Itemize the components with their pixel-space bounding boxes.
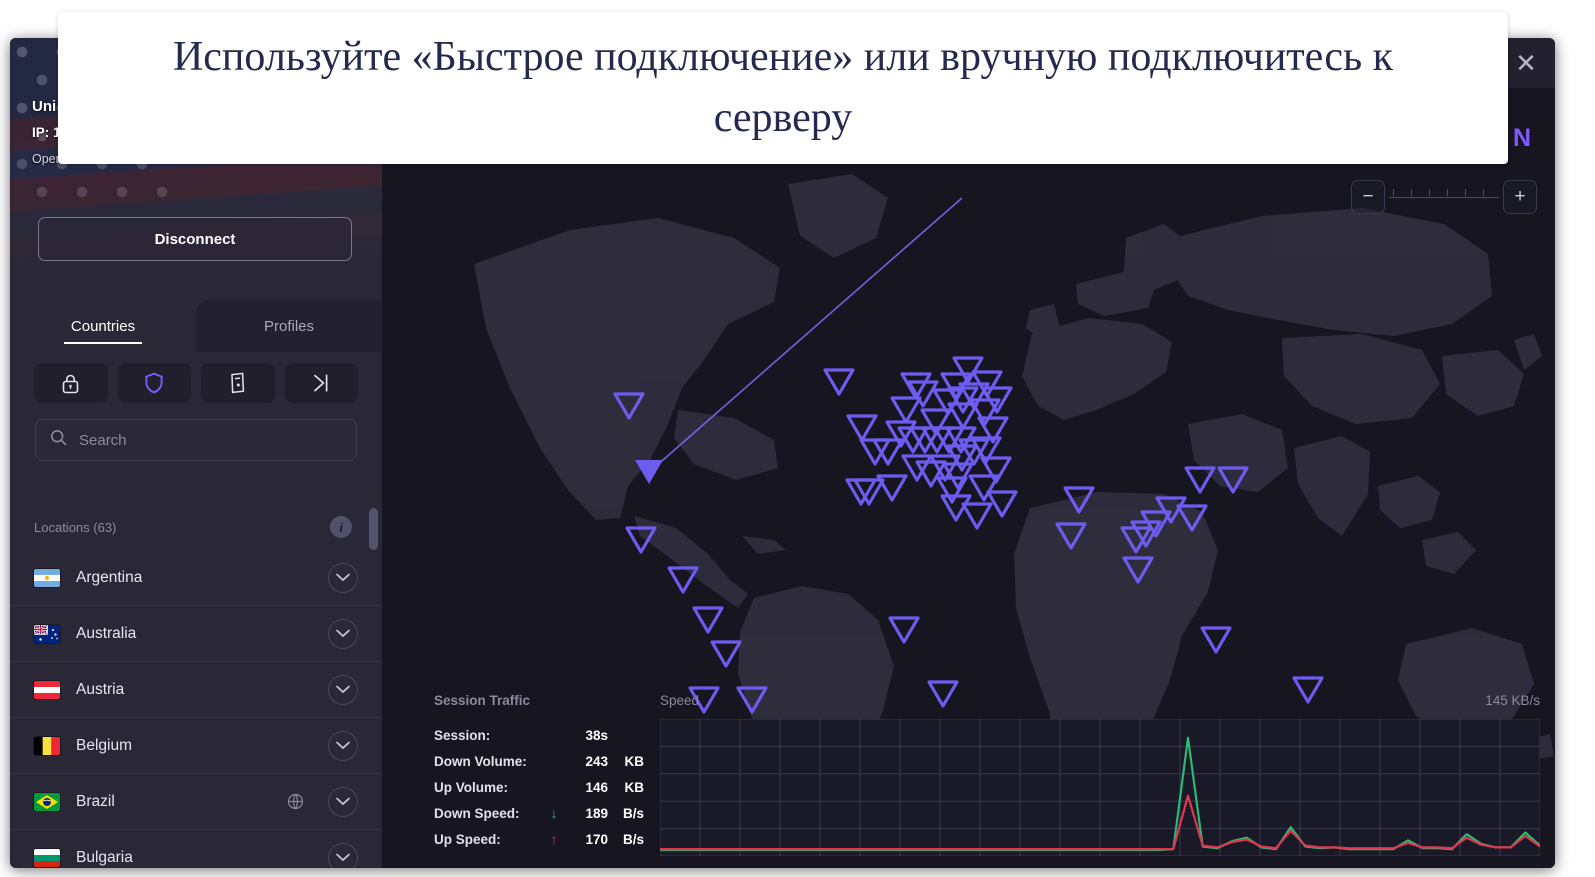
country-flag-icon (34, 848, 60, 867)
secure-core-lock-icon[interactable] (34, 363, 108, 403)
country-row[interactable]: Austria (10, 662, 382, 718)
stat-unit: B/s (622, 805, 644, 821)
country-name: Belgium (76, 736, 132, 754)
country-flag-icon (34, 680, 60, 699)
chevron-down-icon[interactable] (328, 730, 358, 761)
stat-arrow-icon: ↓ (550, 805, 558, 821)
country-flag-icon (34, 624, 60, 643)
stat-row: Session: 38s (434, 722, 649, 748)
zoom-slider-track (1389, 196, 1499, 198)
country-row[interactable]: Australia (10, 606, 382, 662)
search-input[interactable] (79, 431, 342, 449)
country-name: Australia (76, 624, 137, 642)
tab-profiles[interactable]: Profiles (196, 300, 382, 352)
p2p-shield-icon[interactable] (117, 363, 191, 403)
search-icon (50, 429, 67, 451)
country-row[interactable]: Argentina (10, 550, 382, 606)
country-flag-icon (34, 568, 60, 587)
tab-countries[interactable]: Countries (10, 300, 196, 352)
streaming-icon[interactable] (284, 363, 358, 403)
zoom-tick (1483, 189, 1484, 196)
country-row[interactable]: Bulgaria (10, 830, 382, 868)
stat-label: Down Volume: (434, 753, 527, 769)
session-traffic-panel: Session Traffic Session: 38s Down Volume: 2… (434, 693, 649, 852)
stat-row: Up Volume: 146 KB (434, 774, 649, 800)
country-list[interactable]: Argentina Australia Austria Belgium Brazil Bu… (10, 550, 382, 868)
stat-arrow-icon: ↑ (550, 831, 558, 847)
stat-label: Down Speed: (434, 805, 520, 821)
locations-header: Locations (63) i (10, 504, 382, 550)
zoom-slider[interactable] (1385, 180, 1503, 214)
stat-row: Down Volume: 243 KB (434, 748, 649, 774)
locations-count-label: Locations (63) (34, 519, 117, 535)
screenshot-root: ✕ N − + Session Traffic Session: 38s Dow… (0, 0, 1595, 877)
zoom-in-button[interactable]: + (1503, 180, 1537, 214)
brand-label: N (1512, 124, 1531, 152)
list-scrollbar-track[interactable] (369, 504, 378, 868)
chevron-down-icon[interactable] (328, 786, 358, 817)
chevron-down-icon[interactable] (328, 562, 358, 593)
speed-graph-max-label: 145 KB/s (1485, 693, 1540, 708)
stat-label: Up Volume: (434, 779, 508, 795)
country-flag-icon (34, 792, 60, 811)
stat-value: 170 (585, 831, 608, 847)
stat-label: Up Speed: (434, 831, 501, 847)
speed-graph: Speed 145 KB/s 60 Seconds 0 (660, 693, 1540, 868)
speed-graph-title: Speed (660, 693, 700, 708)
map-zoom-control[interactable]: − + (1351, 180, 1537, 214)
country-row[interactable]: Belgium (10, 718, 382, 774)
zoom-tick (1411, 189, 1412, 196)
instruction-banner-text: Используйте «Быстрое подключение» или вр… (172, 34, 1394, 141)
zoom-tick (1429, 189, 1430, 196)
session-traffic-title: Session Traffic (434, 693, 531, 708)
stat-label: Session: (434, 727, 491, 743)
list-scrollbar-thumb[interactable] (369, 508, 378, 550)
zoom-out-button[interactable]: − (1351, 180, 1385, 214)
stat-value: 146 (585, 779, 608, 795)
country-row[interactable]: Brazil (10, 774, 382, 830)
stat-unit: KB (624, 779, 645, 795)
speed-graph-canvas (660, 719, 1540, 856)
zoom-tick (1465, 189, 1466, 196)
globe-icon[interactable] (287, 793, 304, 810)
country-name: Brazil (76, 792, 115, 810)
stat-value: 38s (585, 727, 608, 743)
stat-value: 189 (585, 805, 608, 821)
country-name: Austria (76, 680, 125, 698)
chevron-down-icon[interactable] (328, 674, 358, 705)
tor-icon[interactable] (201, 363, 275, 403)
stat-row: Up Speed: ↑ 170 B/s (434, 826, 649, 852)
info-icon[interactable]: i (330, 516, 352, 538)
zoom-tick (1447, 189, 1448, 196)
instruction-banner: Используйте «Быстрое подключение» или вр… (58, 12, 1508, 164)
zoom-tick (1393, 189, 1394, 196)
chevron-down-icon[interactable] (328, 618, 358, 649)
sidebar-tabs: Countries Profiles (10, 300, 382, 352)
filter-buttons (10, 352, 382, 414)
disconnect-button[interactable]: Disconnect (38, 217, 352, 261)
search-box[interactable] (35, 419, 357, 461)
country-name: Bulgaria (76, 848, 133, 866)
country-name: Argentina (76, 568, 143, 586)
stat-value: 243 (585, 753, 608, 769)
country-flag-icon (34, 736, 60, 755)
stat-row: Down Speed: ↓ 189 B/s (434, 800, 649, 826)
stat-unit: KB (624, 753, 645, 769)
chevron-down-icon[interactable] (328, 842, 358, 868)
stat-unit: B/s (622, 831, 644, 847)
